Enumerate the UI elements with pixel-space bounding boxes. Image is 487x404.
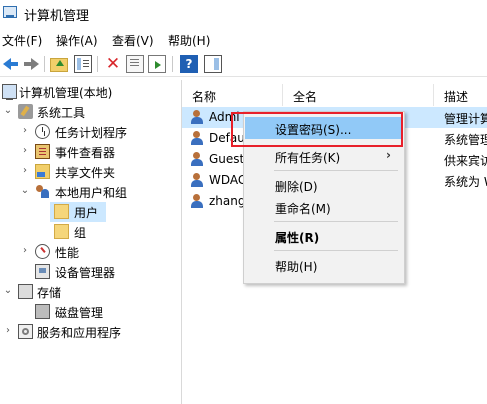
back-arrow-icon[interactable] (2, 55, 20, 73)
clock-icon (35, 124, 50, 139)
up-folder-icon[interactable] (50, 58, 68, 72)
help-icon[interactable]: ? (180, 55, 198, 73)
disk-icon (35, 304, 50, 319)
column-header-description[interactable]: 描述 (434, 84, 487, 106)
menu-item-label: 属性(R) (275, 231, 320, 245)
tree-node-services-apps[interactable]: › 服务和应用程序 (0, 322, 180, 342)
action-pane-icon[interactable] (204, 55, 222, 73)
storage-icon (18, 284, 33, 299)
menu-item-label: 删除(D) (275, 180, 318, 194)
menu-item-label: 帮助(H) (275, 260, 318, 274)
tree-node-users[interactable]: 用户 (50, 202, 106, 222)
tree-node-label: 组 (74, 226, 87, 240)
menu-item-label: 重命名(M) (275, 202, 331, 216)
services-icon (18, 324, 33, 339)
toolbar-divider (44, 56, 45, 72)
menu-divider (274, 221, 398, 222)
forward-arrow-icon[interactable] (22, 55, 40, 73)
menu-item-all-tasks[interactable]: 所有任务(K) › (245, 145, 403, 167)
menu-item-help[interactable]: 帮助(H) (245, 254, 403, 276)
expand-chevron-icon[interactable]: › (20, 146, 30, 156)
tree-node-event-viewer[interactable]: › 事件查看器 (0, 142, 180, 162)
toolbar-divider (97, 56, 98, 72)
collapse-chevron-icon[interactable]: ⌄ (20, 186, 30, 196)
properties-icon[interactable] (126, 55, 144, 73)
tree-node-label: 共享文件夹 (55, 166, 116, 180)
show-hide-tree-icon[interactable] (74, 55, 92, 73)
menu-item-rename[interactable]: 重命名(M) (245, 196, 403, 218)
menu-view[interactable]: 查看(V) (112, 32, 154, 49)
tree-node-performance[interactable]: › 性能 (0, 242, 180, 262)
menu-item-properties[interactable]: 属性(R) (245, 225, 403, 247)
shared-folder-icon (35, 164, 50, 179)
tree-node-label: 本地用户和组 (55, 186, 128, 200)
toolbar: ✕ ? (0, 52, 487, 77)
folder-icon (54, 204, 69, 219)
column-header-fullname[interactable]: 全名 (283, 84, 434, 106)
tree-node-label: 事件查看器 (55, 146, 116, 160)
user-description-cell: 供来宾访 (444, 154, 487, 168)
tree-node-device-manager[interactable]: 设备管理器 (0, 262, 180, 282)
tree-node-storage[interactable]: ⌄ 存储 (0, 282, 180, 302)
expand-chevron-icon[interactable]: › (20, 246, 30, 256)
users-icon (35, 184, 50, 199)
menu-item-label: 所有任务(K) (275, 151, 341, 165)
menu-divider (274, 170, 398, 171)
menu-divider (274, 250, 398, 251)
export-list-icon[interactable] (148, 55, 166, 73)
device-manager-icon (35, 264, 50, 279)
toolbar-divider (172, 56, 173, 72)
menu-help[interactable]: 帮助(H) (168, 32, 210, 49)
collapse-chevron-icon[interactable]: ⌄ (3, 286, 13, 296)
tree-node-label: 磁盘管理 (55, 306, 104, 320)
event-viewer-icon (35, 144, 50, 159)
computer-icon (2, 84, 17, 100)
tree-node-task-scheduler[interactable]: › 任务计划程序 (0, 122, 180, 142)
tools-icon (18, 104, 33, 119)
user-icon (190, 152, 204, 166)
user-icon (190, 173, 204, 187)
tree-node-local-users-groups[interactable]: ⌄ 本地用户和组 (0, 182, 180, 202)
performance-icon (35, 244, 50, 259)
tree-node-disk-management[interactable]: 磁盘管理 (0, 302, 180, 322)
user-icon (190, 131, 204, 145)
column-header-label: 名称 (192, 90, 217, 104)
computer-management-icon (3, 6, 17, 18)
submenu-arrow-icon: › (386, 148, 391, 162)
column-header-label: 描述 (444, 90, 469, 104)
column-header-label: 全名 (293, 90, 318, 104)
tree-node-root[interactable]: 计算机管理(本地) (0, 82, 180, 102)
user-icon (190, 194, 204, 208)
tree-node-label: 存储 (37, 286, 62, 300)
tree-node-groups[interactable]: 组 (0, 222, 180, 242)
user-description-cell: 系统为 W (444, 175, 487, 189)
user-icon (190, 110, 204, 124)
delete-icon[interactable]: ✕ (104, 55, 122, 73)
menu-bar: 文件(F) 操作(A) 查看(V) 帮助(H) (0, 29, 487, 49)
user-description-cell: 管理计算 (444, 112, 487, 126)
tree-node-label: 计算机管理(本地) (19, 86, 113, 100)
folder-icon (54, 224, 69, 239)
collapse-chevron-icon[interactable]: ⌄ (3, 106, 13, 116)
tree-node-label: 任务计划程序 (55, 126, 128, 140)
window-title: 计算机管理 (24, 9, 90, 24)
annotation-highlight-box (231, 112, 403, 147)
menu-action[interactable]: 操作(A) (56, 32, 98, 49)
user-description-cell: 系统管理 (444, 133, 487, 147)
tree-node-label: 用户 (74, 206, 99, 220)
menu-item-delete[interactable]: 删除(D) (245, 174, 403, 196)
menu-file[interactable]: 文件(F) (2, 32, 42, 49)
tree-node-label: 性能 (55, 246, 80, 260)
tree-node-shared-folders[interactable]: › 共享文件夹 (0, 162, 180, 182)
tree-node-label: 设备管理器 (55, 266, 116, 280)
navigation-tree: 计算机管理(本地) ⌄ 系统工具 › 任务计划程序 › 事件查看器 › 共享文件… (0, 80, 182, 404)
expand-chevron-icon[interactable]: › (20, 126, 30, 136)
expand-chevron-icon[interactable]: › (20, 166, 30, 176)
title-bar: 计算机管理 (0, 0, 487, 26)
tree-node-label: 服务和应用程序 (37, 326, 122, 340)
expand-chevron-icon[interactable]: › (3, 326, 13, 336)
tree-node-label: 系统工具 (37, 106, 86, 120)
tree-node-system-tools[interactable]: ⌄ 系统工具 (0, 102, 180, 122)
column-header-name[interactable]: 名称 (182, 84, 283, 106)
